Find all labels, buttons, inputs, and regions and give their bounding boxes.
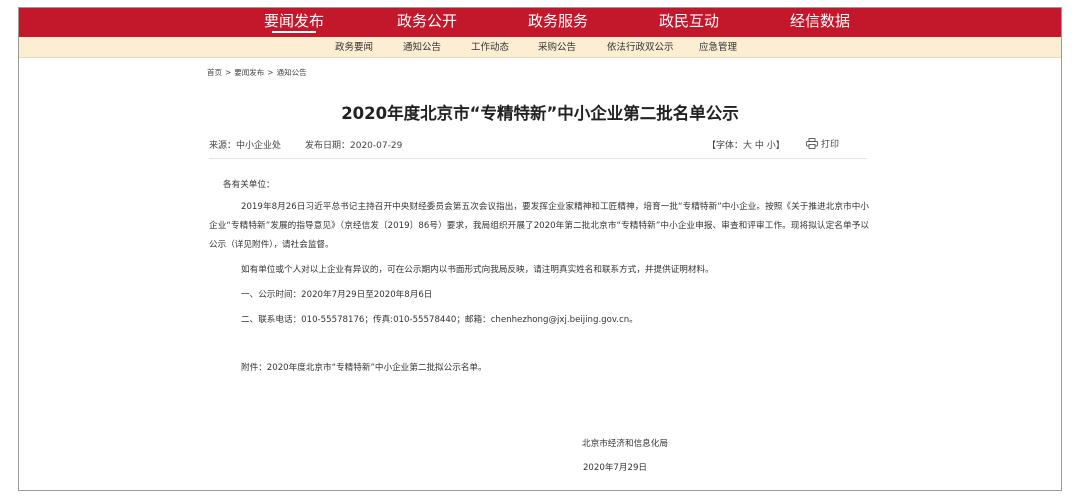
signature-date: 2020年7月29日 xyxy=(582,463,648,473)
breadcrumb: 首页 > 要闻发布 > 通知公告 xyxy=(207,67,307,78)
sub-nav-notices[interactable]: 通知公告 xyxy=(403,37,441,58)
sub-nav-news[interactable]: 政务要闻 xyxy=(335,37,373,58)
main-nav-data[interactable]: 经信数据 xyxy=(765,8,875,37)
breadcrumb-notices[interactable]: 通知公告 xyxy=(277,68,307,77)
sub-nav: 政务要闻 通知公告 工作动态 采购公告 依法行政双公示 应急管理 xyxy=(19,37,1061,58)
printer-icon xyxy=(806,138,818,149)
main-nav-open-government[interactable]: 政务公开 xyxy=(372,8,482,37)
article-date: 发布日期：2020-07-29 xyxy=(305,141,403,151)
print-label: 打印 xyxy=(821,140,840,150)
article-source: 来源：中小企业处 xyxy=(209,141,282,151)
main-nav-news[interactable]: 要闻发布 xyxy=(239,8,349,37)
article-title: 2020年度北京市“专精特新”中小企业第二批名单公示 xyxy=(341,104,739,123)
salutation: 各有关单位： xyxy=(223,180,275,190)
font-size-control[interactable]: 【字体：大 中 小】 xyxy=(707,138,785,151)
contact-info: 二、联系电话：010-55578176；传真:010-55578440；邮箱：c… xyxy=(241,315,638,325)
paragraph-objection: 如有单位或个人对以上企业有异议的，可在公示期内以书面形式向我局反映，请注明真实姓… xyxy=(241,265,714,275)
attachment-link[interactable]: 附件：2020年度北京市“专精特新”中小企业第二批拟公示名单。 xyxy=(209,359,869,378)
main-nav-government-services[interactable]: 政务服务 xyxy=(503,8,613,37)
meta-divider xyxy=(209,158,867,159)
sub-nav-double-publicity[interactable]: 依法行政双公示 xyxy=(607,37,674,58)
breadcrumb-home[interactable]: 首页 xyxy=(207,68,222,77)
main-nav-interaction[interactable]: 政民互动 xyxy=(634,8,744,37)
sub-nav-work-updates[interactable]: 工作动态 xyxy=(471,37,509,58)
breadcrumb-news[interactable]: 要闻发布 xyxy=(234,68,264,77)
breadcrumb-separator: > xyxy=(267,68,274,77)
signature-org: 北京市经济和信息化局 xyxy=(582,439,668,449)
main-nav: 要闻发布 政务公开 政务服务 政民互动 经信数据 xyxy=(19,8,1061,37)
breadcrumb-separator: > xyxy=(225,68,232,77)
paragraph-intro: 2019年8月26日习近平总书记主持召开中央财经委员会第五次会议指出，要发挥企业… xyxy=(209,202,869,250)
article-body: 各有关单位： 2019年8月26日习近平总书记主持召开中央财经委员会第五次会议指… xyxy=(209,176,869,378)
print-button[interactable]: 打印 xyxy=(806,137,839,150)
page-frame: 要闻发布 政务公开 政务服务 政民互动 经信数据 政务要闻 通知公告 工作动态 … xyxy=(18,7,1062,491)
sub-nav-procurement[interactable]: 采购公告 xyxy=(538,37,576,58)
publicity-period: 一、公示时间：2020年7月29日至2020年8月6日 xyxy=(241,290,433,300)
sub-nav-emergency[interactable]: 应急管理 xyxy=(699,37,737,58)
